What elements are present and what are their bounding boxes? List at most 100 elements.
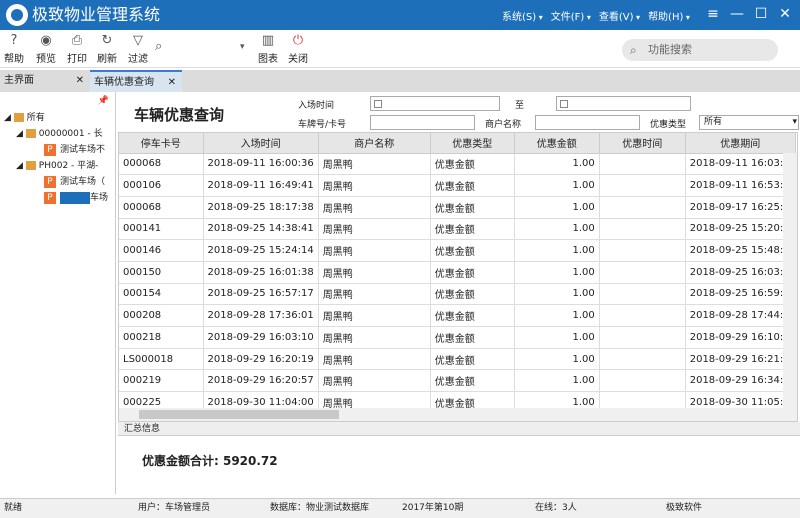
- table-row[interactable]: 000106 2018-09-11 16:49:41 周黑鸭 优惠金额 1.00 2018…: [119, 174, 796, 197]
- table-row[interactable]: 000208 2018-09-28 17:36:01 周黑鸭 优惠金额 1.00 2018…: [119, 304, 796, 327]
- table-cell: 2018-09-29 16:21:3: [685, 348, 796, 371]
- discount-total: 优惠金额合计: 5920.72: [142, 454, 278, 468]
- table-cell: 000154: [119, 283, 204, 306]
- table-cell: 优惠金额: [430, 304, 515, 327]
- table-cell: [599, 369, 686, 393]
- table-cell: 2018-09-25 16:57:17: [203, 283, 319, 306]
- maximize-icon[interactable]: ☐: [752, 3, 770, 25]
- merchant-label: 商户名称: [485, 120, 522, 130]
- results-grid: 停车卡号 入场时间 商户名称 优惠类型 优惠金额 优惠时间 优惠期间 000068 2018-…: [118, 132, 798, 422]
- table-cell: 1.00: [514, 326, 600, 349]
- table-cell: 周黑鸭: [318, 218, 431, 241]
- minimize-icon[interactable]: —: [728, 3, 746, 25]
- print-button[interactable]: ⎙ 打印: [67, 32, 87, 65]
- help-button[interactable]: ? 帮助: [4, 32, 24, 65]
- table-row[interactable]: 000068 2018-09-25 18:17:38 周黑鸭 优惠金额 1.00 2018…: [119, 196, 796, 219]
- title-bar: 极致物业管理系统 系统(S) 文件(F) 查看(V) 帮助(H) ≡ — ☐ ✕: [0, 0, 800, 30]
- table-row[interactable]: 000154 2018-09-25 16:57:17 周黑鸭 优惠金额 1.00 2018…: [119, 283, 796, 306]
- tree-node-lot2-child2[interactable]: P 车场: [4, 190, 108, 206]
- column-header[interactable]: 商户名称: [318, 133, 431, 154]
- close-button[interactable]: ⏻ 关闭: [288, 32, 308, 65]
- table-cell: 优惠金额: [430, 326, 515, 349]
- table-cell: 2018-09-11 16:53:3: [685, 174, 796, 197]
- column-header[interactable]: 优惠金额: [514, 133, 600, 154]
- table-cell: 000150: [119, 261, 204, 284]
- dropdown-arrow-icon[interactable]: ▾: [240, 38, 245, 56]
- column-header[interactable]: 入场时间: [203, 133, 319, 154]
- table-cell: 优惠金额: [430, 239, 515, 262]
- entry-time-from-field[interactable]: [370, 96, 500, 111]
- status-period: 2017年第10期: [402, 503, 464, 513]
- tree-node-lot1[interactable]: ◢ 00000001 - 长: [4, 126, 108, 142]
- tab-vehicle-discount[interactable]: 车辆优惠查询 ✕: [90, 70, 182, 92]
- checkbox[interactable]: [560, 100, 568, 108]
- table-cell: 1.00: [514, 304, 600, 327]
- table-cell: [599, 239, 686, 262]
- table-row[interactable]: 000218 2018-09-29 16:03:10 周黑鸭 优惠金额 1.00 2018…: [119, 326, 796, 349]
- parking-icon: P: [44, 175, 56, 188]
- function-search-input[interactable]: ⌕ 功能搜索: [622, 39, 778, 61]
- vertical-scrollbar[interactable]: [783, 153, 797, 409]
- tree-node-root[interactable]: ◢ 所有: [4, 110, 108, 126]
- pin-icon[interactable]: 📌: [98, 96, 109, 106]
- column-header[interactable]: 优惠时间: [599, 133, 686, 154]
- discount-type-select[interactable]: 所有: [699, 115, 799, 130]
- printer-icon: ⎙: [71, 33, 83, 48]
- table-row[interactable]: 000219 2018-09-29 16:20:57 周黑鸭 优惠金额 1.00 2018…: [119, 369, 796, 393]
- table-cell: 优惠金额: [430, 369, 515, 393]
- close-icon[interactable]: ✕: [776, 3, 794, 25]
- table-cell: 000146: [119, 239, 204, 262]
- tab-close-icon[interactable]: ✕: [76, 70, 84, 92]
- table-row[interactable]: 000146 2018-09-25 15:24:14 周黑鸭 优惠金额 1.00 2018…: [119, 239, 796, 262]
- table-row[interactable]: LS000018 2018-09-29 16:20:19 周黑鸭 优惠金额 1.00 20…: [119, 348, 796, 371]
- menu-help[interactable]: 帮助(H): [648, 8, 690, 23]
- table-cell: 2018-09-11 16:00:36: [203, 153, 319, 176]
- table-cell: 2018-09-25 18:17:38: [203, 196, 319, 219]
- tab-main[interactable]: 主界面 ✕: [0, 70, 90, 92]
- table-cell: LS000018: [119, 348, 204, 371]
- filter-button[interactable]: ▽ 过滤: [128, 32, 148, 65]
- table-cell: 周黑鸭: [318, 239, 431, 262]
- entry-time-to-field[interactable]: [556, 96, 691, 111]
- table-cell: 000219: [119, 369, 204, 393]
- tree-node-lot2-child1[interactable]: P 测试车场（: [4, 174, 108, 190]
- menu-system[interactable]: 系统(S): [502, 8, 543, 23]
- table-cell: [599, 326, 686, 349]
- chart-button[interactable]: ▥ 图表: [258, 32, 278, 65]
- table-row[interactable]: 000150 2018-09-25 16:01:38 周黑鸭 优惠金额 1.00 2018…: [119, 261, 796, 284]
- preview-button[interactable]: ◉ 预览: [36, 32, 56, 65]
- chart-icon: ▥: [261, 33, 275, 48]
- help-icon: ?: [10, 33, 18, 48]
- search-toolbar-icon[interactable]: ⌕: [155, 38, 162, 56]
- status-bar: 就绪 用户：车场管理员 数据库：物业测试数据库 2017年第10期 在线：3人 …: [0, 498, 800, 518]
- merchant-input[interactable]: [535, 115, 640, 130]
- table-cell: 000068: [119, 153, 204, 176]
- table-cell: 1.00: [514, 348, 600, 371]
- table-row[interactable]: 000068 2018-09-11 16:00:36 周黑鸭 优惠金额 1.00 2018…: [119, 153, 796, 176]
- table-cell: 2018-09-29 16:34:3: [685, 369, 796, 393]
- table-cell: 1.00: [514, 153, 600, 176]
- table-cell: 周黑鸭: [318, 174, 431, 197]
- plate-input[interactable]: [370, 115, 475, 130]
- table-cell: 000208: [119, 304, 204, 327]
- refresh-icon: ↻: [101, 33, 113, 48]
- horizontal-scrollbar[interactable]: [119, 408, 797, 421]
- column-header[interactable]: 优惠类型: [430, 133, 515, 154]
- menu-file[interactable]: 文件(F): [551, 8, 591, 23]
- table-row[interactable]: 000141 2018-09-25 14:38:41 周黑鸭 优惠金额 1.00 2018…: [119, 218, 796, 241]
- table-cell: 000141: [119, 218, 204, 241]
- column-header[interactable]: 停车卡号: [119, 133, 204, 154]
- table-cell: 2018-09-29 16:10:5: [685, 326, 796, 349]
- tree-node-lot1-child[interactable]: P 测试车场不: [4, 142, 108, 158]
- checkbox[interactable]: [374, 100, 382, 108]
- column-header[interactable]: 优惠期间: [685, 133, 796, 154]
- table-cell: 优惠金额: [430, 261, 515, 284]
- tab-close-icon[interactable]: ✕: [168, 72, 176, 94]
- refresh-button[interactable]: ↻ 刷新: [97, 32, 117, 65]
- home-icon: [13, 113, 24, 122]
- table-cell: [599, 283, 686, 306]
- table-cell: 2018-09-17 16:25:5: [685, 196, 796, 219]
- more-icon[interactable]: ≡: [704, 3, 722, 25]
- menu-view[interactable]: 查看(V): [599, 8, 640, 23]
- tree-node-lot2[interactable]: ◢ PH002 - 平湖-: [4, 158, 108, 174]
